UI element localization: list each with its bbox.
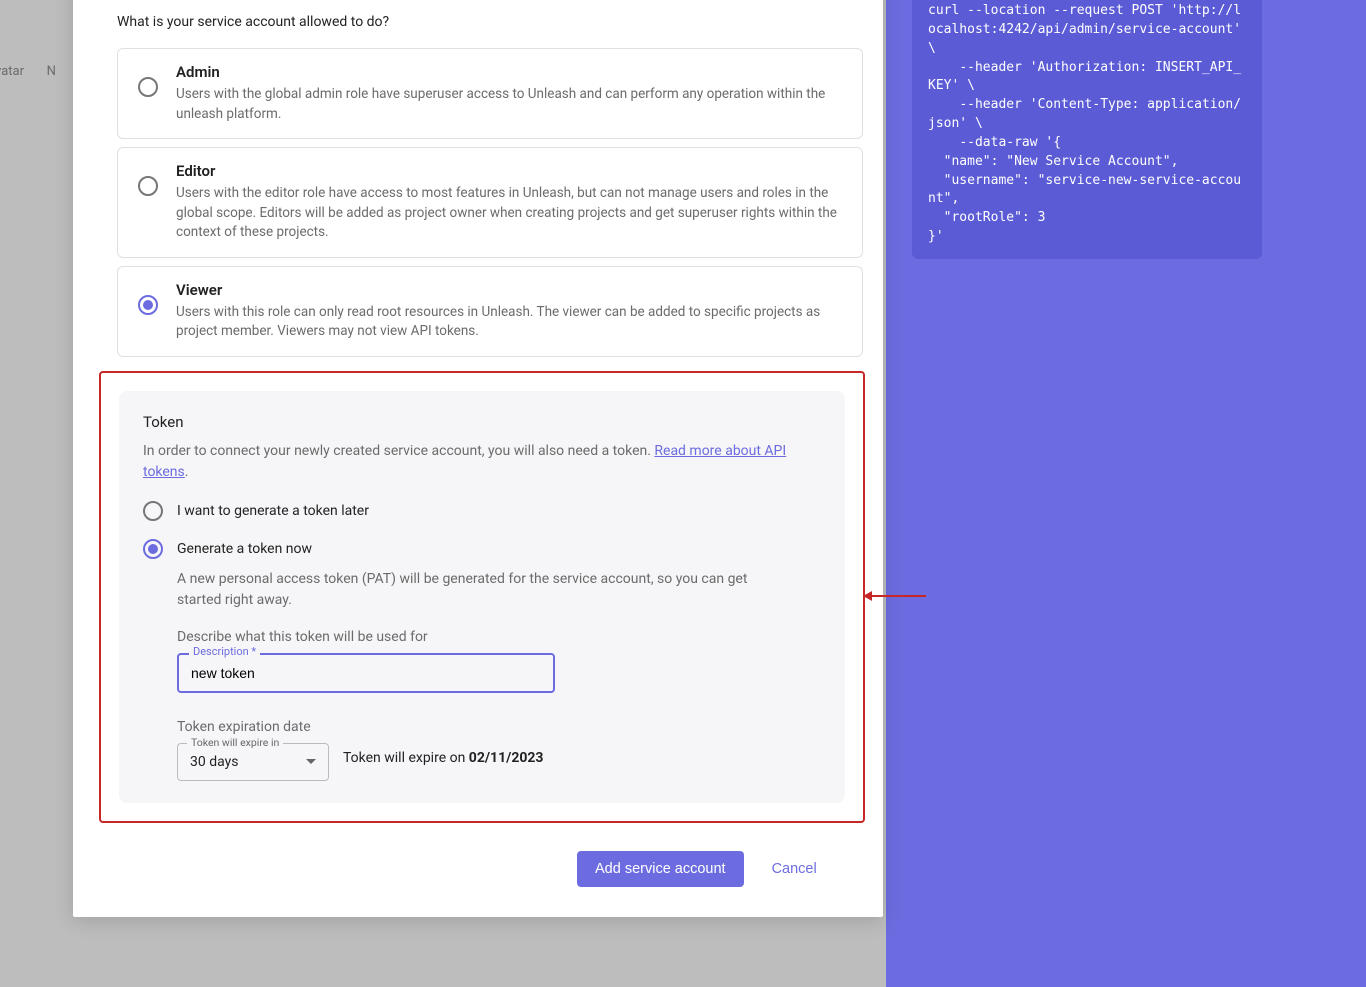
expiration-floating-label: Token will expire in: [187, 736, 283, 749]
code-example: curl --location --request POST 'http://l…: [912, 0, 1262, 259]
radio-token-now[interactable]: [143, 539, 163, 559]
role-option-viewer[interactable]: Viewer Users with this role can only rea…: [117, 266, 863, 357]
token-panel: Token In order to connect your newly cre…: [119, 391, 845, 803]
token-later-label: I want to generate a token later: [177, 503, 369, 519]
description-floating-label: Description *: [189, 645, 260, 658]
radio-editor[interactable]: [138, 176, 158, 196]
token-now-label: Generate a token now: [177, 541, 312, 557]
callout-arrow: [864, 595, 926, 597]
cancel-button[interactable]: Cancel: [772, 851, 817, 887]
role-content: Admin Users with the global admin role h…: [176, 63, 842, 124]
token-highlight: Token In order to connect your newly cre…: [99, 371, 865, 823]
description-input[interactable]: [177, 653, 555, 693]
radio-token-later[interactable]: [143, 501, 163, 521]
token-heading: Token: [143, 413, 821, 431]
role-content: Editor Users with the editor role have a…: [176, 162, 842, 243]
token-option-now[interactable]: Generate a token now: [143, 539, 821, 559]
bg-hint: vatar N: [0, 64, 56, 79]
add-service-account-button[interactable]: Add service account: [577, 851, 744, 887]
role-option-editor[interactable]: Editor Users with the editor role have a…: [117, 147, 863, 258]
role-desc-viewer: Users with this role can only read root …: [176, 303, 842, 342]
radio-viewer[interactable]: [138, 295, 158, 315]
token-describe-label: Describe what this token will be used fo…: [177, 629, 821, 645]
role-option-admin[interactable]: Admin Users with the global admin role h…: [117, 48, 863, 139]
expiration-note: Token will expire on 02/11/2023: [343, 750, 543, 766]
token-intro: In order to connect your newly created s…: [143, 441, 821, 483]
role-desc-admin: Users with the global admin role have su…: [176, 85, 842, 124]
service-account-modal: What is your service account allowed to …: [73, 0, 883, 917]
role-title-editor: Editor: [176, 162, 842, 180]
expiration-value: 30 days: [190, 754, 238, 770]
role-question: What is your service account allowed to …: [117, 14, 863, 30]
chevron-down-icon: [306, 759, 316, 764]
token-now-note: A new personal access token (PAT) will b…: [177, 569, 777, 611]
description-field-wrapper: Description *: [177, 653, 555, 693]
modal-footer: Add service account Cancel: [577, 851, 863, 887]
role-title-admin: Admin: [176, 63, 842, 81]
expiration-select-wrapper: Token will expire in 30 days: [177, 743, 329, 781]
role-desc-editor: Users with the editor role have access t…: [176, 184, 842, 243]
token-option-later[interactable]: I want to generate a token later: [143, 501, 821, 521]
role-content: Viewer Users with this role can only rea…: [176, 281, 842, 342]
role-title-viewer: Viewer: [176, 281, 842, 299]
radio-admin[interactable]: [138, 77, 158, 97]
token-expiration-label: Token expiration date: [177, 719, 821, 735]
